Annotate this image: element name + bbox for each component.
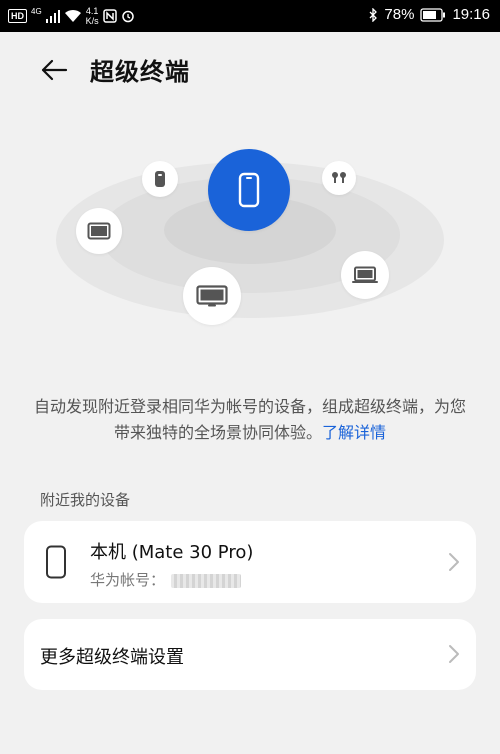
tablet-device[interactable] (76, 208, 122, 254)
back-button[interactable] (36, 52, 72, 88)
description-text: 自动发现附近登录相同华为帐号的设备，组成超级终端，为您带来独特的全场景协同体验。 (33, 397, 466, 442)
laptop-icon (352, 266, 378, 283)
chevron-right-icon (449, 553, 459, 571)
net-speed: 4.1 K/s (85, 6, 99, 26)
speaker-device[interactable] (142, 161, 178, 197)
chevron-right-icon (449, 645, 459, 663)
device-account: 华为帐号： (90, 569, 242, 590)
alarm-icon (121, 10, 134, 23)
clock: 19:16 (452, 6, 490, 23)
bluetooth-icon (369, 7, 378, 22)
speaker-icon (155, 171, 165, 187)
super-device-illustration (0, 130, 500, 350)
status-bar: HD 4G 4.1 K/s 78% 19:16 (0, 0, 500, 32)
phone-icon (238, 172, 260, 208)
signal-tech-label: 4G (31, 6, 42, 16)
redacted-account (171, 573, 242, 588)
tv-device[interactable] (183, 267, 241, 325)
earbuds-device[interactable] (322, 161, 356, 195)
earbuds-icon (332, 172, 346, 183)
page-title: 超级终端 (90, 58, 190, 86)
more-settings-label: 更多超级终端设置 (40, 647, 184, 668)
phone-outline-icon (46, 545, 66, 579)
battery-icon (420, 7, 446, 22)
device-name: 本机 (Mate 30 Pro) (90, 542, 254, 563)
signal-icon (45, 10, 60, 23)
hd-badge: HD (8, 9, 27, 23)
this-device-card[interactable]: 本机 (Mate 30 Pro) 华为帐号： (24, 521, 476, 603)
app-header: 超级终端 (0, 32, 500, 104)
laptop-device[interactable] (341, 251, 389, 299)
more-settings-item[interactable]: 更多超级终端设置 (24, 619, 476, 690)
nfc-icon (102, 9, 117, 23)
nearby-devices-heading: 附近我的设备 (40, 491, 131, 509)
back-arrow-icon (41, 59, 68, 81)
battery-percent: 78% (384, 6, 415, 23)
learn-more-link[interactable]: 了解详情 (322, 423, 386, 442)
center-phone-device[interactable] (208, 149, 290, 231)
tv-icon (196, 285, 228, 307)
tablet-icon (87, 222, 111, 240)
feature-description: 自动发现附近登录相同华为帐号的设备，组成超级终端，为您带来独特的全场景协同体验。… (30, 394, 470, 446)
wifi-icon (64, 9, 81, 22)
